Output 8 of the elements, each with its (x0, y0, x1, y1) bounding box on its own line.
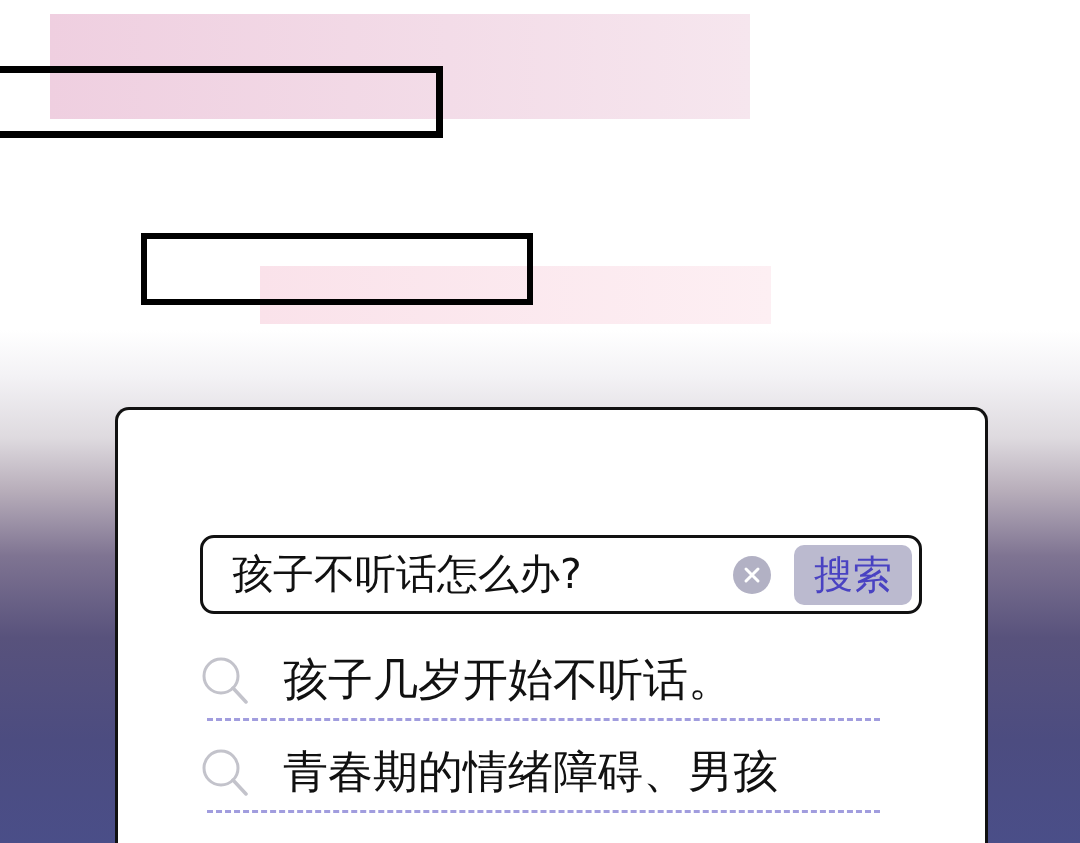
search-bar[interactable]: 孩子不听话怎么办? 搜索 (200, 535, 922, 614)
search-button[interactable]: 搜索 (794, 544, 912, 605)
suggestion-item[interactable]: 孩子几岁开始不听话。 (200, 646, 733, 714)
search-icon (200, 748, 248, 796)
clear-icon[interactable] (733, 555, 771, 594)
search-icon (200, 656, 248, 704)
suggestion-item[interactable]: 青春期的情绪障碍、男孩 (200, 738, 778, 806)
search-field[interactable]: 孩子不听话怎么办? (232, 546, 733, 603)
